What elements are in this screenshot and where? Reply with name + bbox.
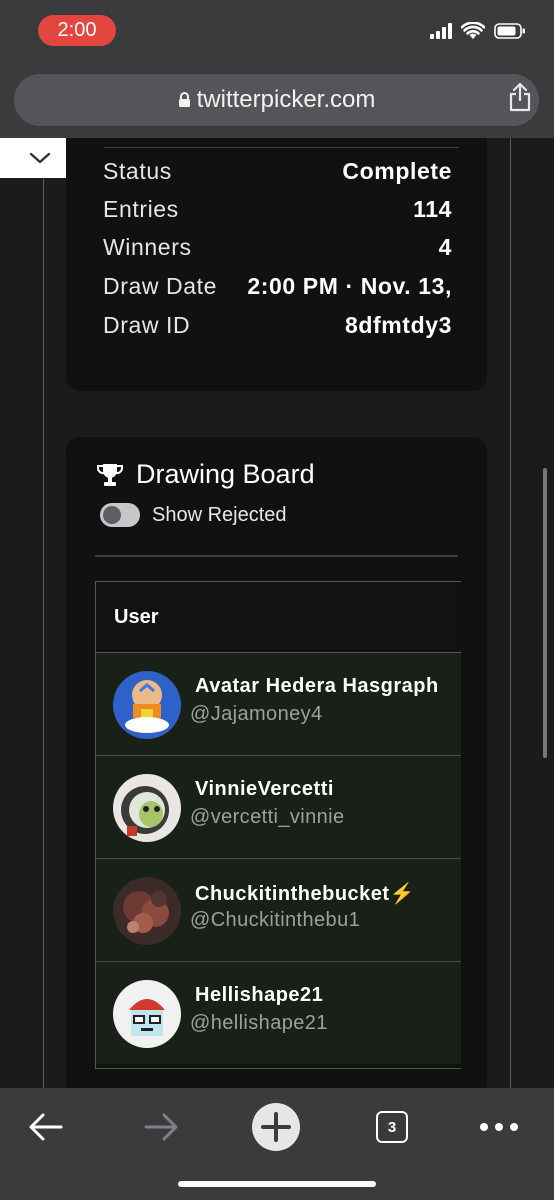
user-handle: @Jajamoney4: [190, 703, 323, 725]
draw-summary-card: Status Complete Entries 114 Winners 4 Dr…: [66, 138, 487, 391]
trophy-icon: [97, 463, 123, 486]
user-handle: @vercetti_vinnie: [190, 806, 345, 828]
user-handle: @hellishape21: [190, 1012, 328, 1034]
back-button[interactable]: [16, 1102, 76, 1152]
forward-button[interactable]: [131, 1102, 191, 1152]
page-border-right: [510, 138, 511, 1088]
tabs-button[interactable]: 3: [362, 1102, 422, 1152]
card-divider: [104, 147, 459, 148]
show-rejected-label: Show Rejected: [152, 503, 287, 526]
more-button[interactable]: [469, 1102, 529, 1152]
summary-row-winners: Winners 4: [103, 234, 452, 261]
avatar: [113, 980, 181, 1048]
summary-label: Status: [103, 158, 172, 184]
summary-value: 4: [438, 234, 452, 260]
summary-row-draw-id: Draw ID 8dfmtdy3: [103, 312, 452, 339]
signal-icon: [430, 23, 452, 39]
status-icons: [430, 22, 526, 40]
user-handle: @Chuckitinthebu1: [190, 909, 361, 931]
summary-label: Winners: [103, 234, 192, 260]
summary-label: Draw ID: [103, 312, 191, 338]
summary-value: 2:00 PM · Nov. 13,: [247, 273, 452, 299]
page-scrollbar[interactable]: [543, 468, 547, 758]
table-row[interactable]: Chuckitinthebucket⚡ @Chuckitinthebu1: [96, 859, 461, 962]
new-tab-button[interactable]: [246, 1102, 306, 1152]
user-display-name: Hellishape21: [195, 984, 324, 1006]
show-rejected-row: Show Rejected: [100, 503, 287, 527]
web-page: Status Complete Entries 114 Winners 4 Dr…: [0, 138, 554, 1088]
tabs-count: 3: [376, 1111, 408, 1143]
wifi-icon: [461, 22, 485, 39]
battery-icon: [494, 23, 525, 39]
url-field[interactable]: twitterpicker.com: [14, 74, 539, 126]
summary-row-entries: Entries 114: [103, 196, 452, 223]
user-display-name: Chuckitinthebucket⚡: [195, 883, 415, 905]
share-icon[interactable]: [508, 82, 532, 112]
plus-icon: [252, 1103, 300, 1151]
summary-label: Entries: [103, 196, 179, 222]
summary-value: Complete: [342, 158, 452, 184]
avatar: [113, 671, 181, 739]
chevron-down-icon: [29, 152, 51, 164]
browser-address-bar: twitterpicker.com: [0, 66, 554, 138]
summary-row-draw-date: Draw Date 2:00 PM · Nov. 13,: [103, 273, 452, 300]
table-row[interactable]: VinnieVercetti @vercetti_vinnie: [96, 756, 461, 859]
column-header-user: User: [114, 605, 159, 628]
winners-table: User Avatar Hedera Hasgraph @Jajamoney4: [95, 581, 461, 1069]
summary-label: Draw Date: [103, 273, 218, 299]
summary-row-status: Status Complete: [103, 158, 452, 185]
show-rejected-toggle[interactable]: [100, 503, 140, 527]
section-divider: [95, 555, 458, 557]
back-arrow-icon: [29, 1113, 63, 1141]
drawing-board-heading: Drawing Board: [96, 459, 315, 490]
status-time: 2:00: [38, 15, 116, 46]
more-icon: [480, 1123, 518, 1131]
page-border-left: [43, 138, 44, 1088]
user-display-name: VinnieVercetti: [195, 778, 334, 800]
summary-value: 8dfmtdy3: [344, 312, 452, 338]
lock-icon: [178, 92, 190, 107]
user-display-name: Avatar Hedera Hasgraph: [195, 675, 439, 697]
forward-arrow-icon: [144, 1113, 178, 1141]
drawing-board-title: Drawing Board: [136, 459, 315, 489]
drawing-board-card: Drawing Board Show Rejected User Avatar …: [66, 437, 487, 1088]
url-text: twitterpicker.com: [196, 86, 376, 113]
avatar: [113, 774, 181, 842]
status-bar: 2:00: [0, 0, 554, 66]
summary-value: 114: [413, 196, 452, 222]
table-header: User: [96, 582, 461, 653]
home-indicator: [178, 1181, 376, 1187]
table-row[interactable]: Avatar Hedera Hasgraph @Jajamoney4: [96, 653, 461, 756]
table-row[interactable]: Hellishape21 @hellishape21: [96, 962, 461, 1064]
avatar: [113, 877, 181, 945]
